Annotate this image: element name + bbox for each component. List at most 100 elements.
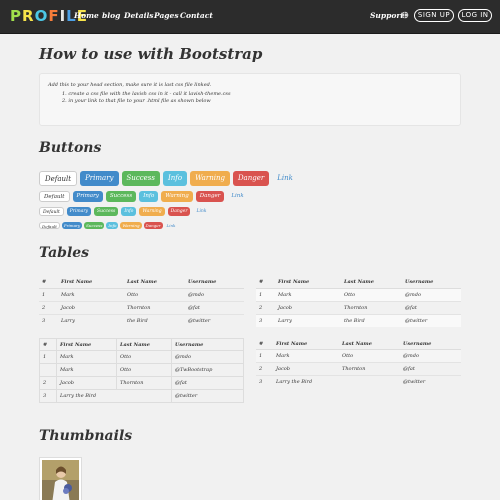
- info-button[interactable]: Info: [139, 191, 159, 202]
- cell: Jacob: [273, 361, 339, 375]
- button-row-large: Default Primary Success Info Warning Dan…: [39, 171, 301, 186]
- danger-button[interactable]: Danger: [143, 222, 163, 229]
- link-button[interactable]: Link: [272, 171, 298, 186]
- danger-button[interactable]: Danger: [167, 207, 191, 216]
- table-row: 3 Larry the Bird @twitter: [256, 313, 461, 327]
- cell: @twitter: [402, 313, 461, 327]
- cell: @fat: [171, 376, 244, 390]
- table-row: 1 Mark Otto @mdo: [39, 350, 244, 364]
- cell: @mdo: [171, 350, 244, 364]
- cell: 1: [256, 348, 273, 362]
- cell: 2: [256, 361, 273, 375]
- cell: 3: [256, 313, 275, 327]
- cell: Mark: [56, 363, 117, 377]
- cell: Otto: [339, 348, 400, 362]
- cell: Thornton: [124, 300, 185, 314]
- table-row[interactable]: 3 Larry the Bird @twitter: [256, 374, 461, 388]
- header-num: #: [39, 276, 58, 289]
- nav-support[interactable]: Support: [370, 11, 404, 20]
- warning-button[interactable]: Warning: [161, 191, 193, 202]
- success-button[interactable]: Success: [94, 207, 119, 216]
- info-button[interactable]: Info: [121, 207, 137, 216]
- login-button[interactable]: LOG IN: [458, 9, 492, 22]
- info-button[interactable]: Info: [163, 171, 188, 186]
- cell: Larry: [58, 313, 124, 327]
- header-num: #: [256, 276, 275, 289]
- link-button[interactable]: Link: [227, 191, 247, 202]
- success-button[interactable]: Success: [84, 222, 105, 229]
- header-last: Last Name: [339, 339, 400, 350]
- danger-button[interactable]: Danger: [195, 191, 225, 202]
- warning-button[interactable]: Warning: [120, 222, 142, 229]
- header-first: First Name: [58, 276, 124, 289]
- nav-blog[interactable]: blog: [102, 11, 120, 20]
- cell: Larry: [275, 313, 341, 327]
- cell: Thornton: [341, 300, 402, 314]
- header-user: Username: [400, 339, 461, 350]
- cell: Mark: [273, 348, 339, 362]
- default-button[interactable]: Default: [39, 171, 78, 186]
- nav-details[interactable]: Details: [124, 11, 154, 20]
- well-step-1: 1. create a css file with the lavish css…: [62, 91, 231, 97]
- cell: @twitter: [171, 389, 244, 403]
- signup-button[interactable]: SIGN UP: [414, 9, 454, 22]
- cell: 2: [39, 376, 57, 390]
- globe-icon[interactable]: [401, 11, 409, 19]
- cell: 2: [256, 300, 275, 314]
- primary-button[interactable]: Primary: [80, 171, 119, 186]
- thumbnail-image: [42, 460, 79, 500]
- striped-table: # First Name Last Name Username 1 Mark Ott…: [256, 276, 461, 327]
- primary-button[interactable]: Primary: [61, 222, 83, 229]
- cell: @TwBootstrap: [171, 363, 244, 377]
- default-button[interactable]: Default: [39, 207, 64, 216]
- warning-button[interactable]: Warning: [190, 171, 230, 186]
- page-title: How to use with Bootstrap: [39, 45, 263, 63]
- cell: @fat: [185, 300, 244, 314]
- nav-pages[interactable]: Pages: [154, 11, 179, 20]
- primary-button[interactable]: Primary: [66, 207, 92, 216]
- warning-button[interactable]: Warning: [139, 207, 165, 216]
- button-row-small: Default Primary Success Info Warning Dan…: [39, 207, 213, 216]
- header-first: First Name: [56, 338, 117, 351]
- table-row[interactable]: 2 Jacob Thornton @fat: [256, 361, 461, 375]
- table-row[interactable]: 1 Mark Otto @mdo: [256, 348, 461, 362]
- table-row: 2 Jacob Thornton @fat: [39, 300, 244, 314]
- cell: Mark: [58, 287, 124, 301]
- cell: @fat: [400, 361, 461, 375]
- info-button[interactable]: Info: [106, 222, 119, 229]
- table-row: 2 Jacob Thornton @fat: [39, 376, 244, 390]
- link-button[interactable]: Link: [165, 222, 178, 229]
- buttons-heading: Buttons: [39, 140, 102, 156]
- bordered-table: # First Name Last Name Username 1 Mark Ott…: [39, 338, 244, 403]
- tables-heading: Tables: [39, 245, 90, 261]
- default-button[interactable]: Default: [39, 191, 70, 202]
- cell: Otto: [116, 363, 172, 377]
- default-button[interactable]: Default: [39, 222, 60, 229]
- cell: 1: [39, 287, 58, 301]
- brand-letter: R: [22, 7, 35, 25]
- brand-letter: I: [59, 7, 67, 25]
- thumbnail[interactable]: [39, 457, 82, 500]
- cell: @mdo: [185, 287, 244, 301]
- primary-button[interactable]: Primary: [72, 191, 103, 202]
- nav-contact[interactable]: Contact: [180, 11, 213, 20]
- cell: the Bird: [124, 313, 185, 327]
- cell: Otto: [124, 287, 185, 301]
- table-row: 2 Jacob Thornton @fat: [256, 300, 461, 314]
- cell: 3: [39, 389, 57, 403]
- brand-letter: P: [10, 7, 22, 25]
- header-num: #: [39, 338, 57, 351]
- header-last: Last Name: [116, 338, 172, 351]
- button-row-default: Default Primary Success Info Warning Dan…: [39, 191, 251, 202]
- success-button[interactable]: Success: [121, 171, 160, 186]
- cell: @fat: [402, 300, 461, 314]
- cell: @mdo: [400, 348, 461, 362]
- thumbnails-heading: Thumbnails: [39, 428, 133, 444]
- nav-home[interactable]: Home: [74, 11, 99, 20]
- well-step-2: 2. in your link to that file to your .ht…: [62, 98, 211, 104]
- success-button[interactable]: Success: [105, 191, 137, 202]
- cell: @twitter: [185, 313, 244, 327]
- cell: Mark: [56, 350, 117, 364]
- link-button[interactable]: Link: [193, 207, 209, 216]
- danger-button[interactable]: Danger: [232, 171, 270, 186]
